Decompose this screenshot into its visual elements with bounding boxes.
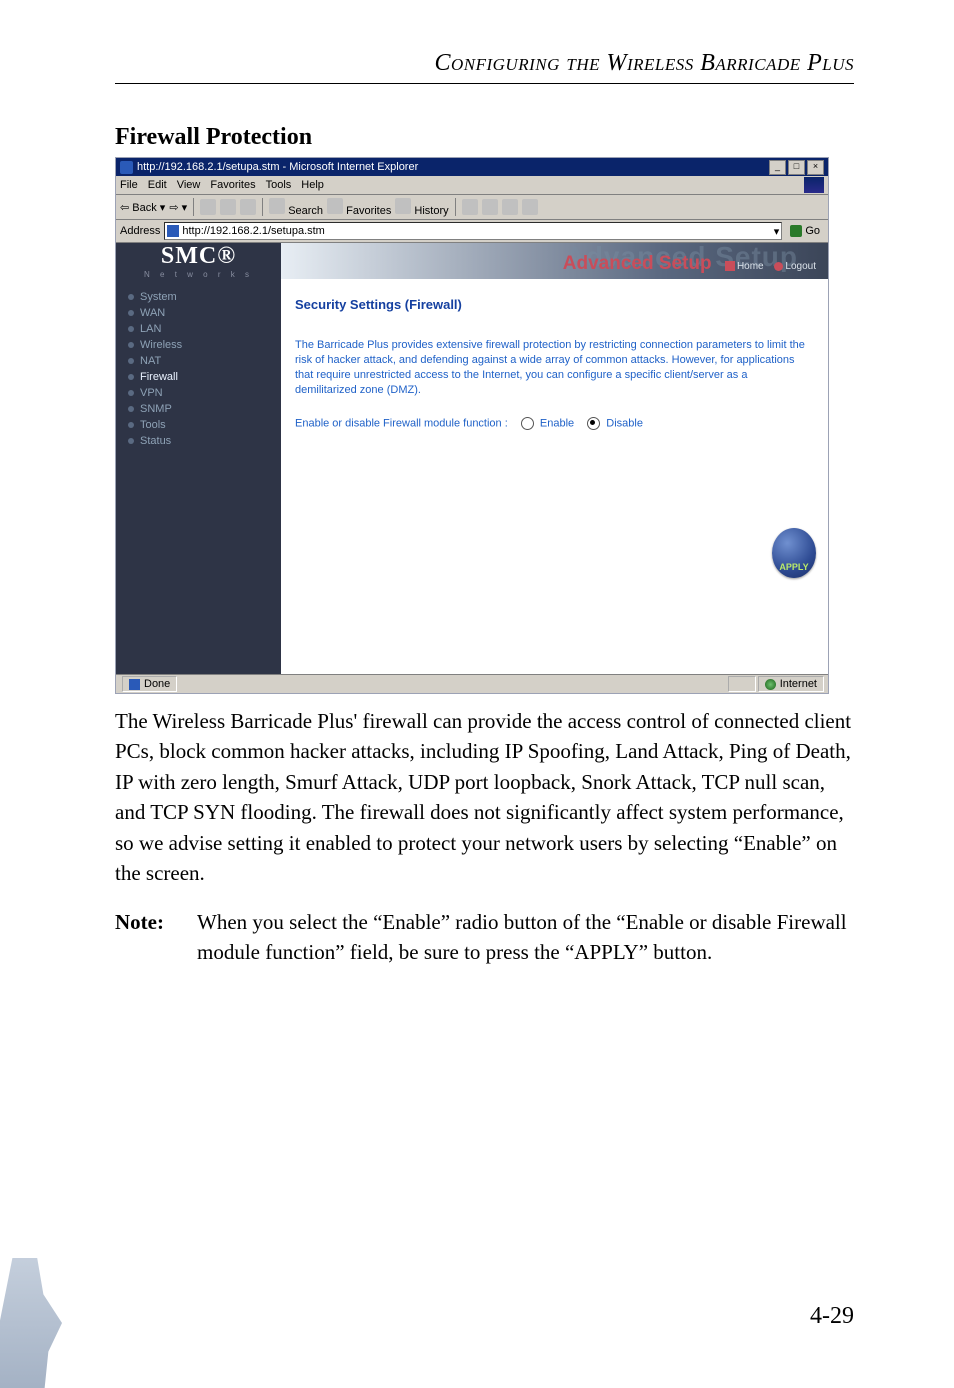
panel-title: Security Settings (Firewall) bbox=[295, 297, 812, 312]
address-label: Address bbox=[120, 225, 160, 237]
main-panel: Security Settings (Firewall) The Barrica… bbox=[281, 279, 828, 674]
minimize-button[interactable]: _ bbox=[769, 160, 786, 175]
brand-block: SMC® N e t w o r k s bbox=[116, 243, 281, 279]
note-text: When you select the “Enable” radio butto… bbox=[193, 907, 854, 968]
menu-edit[interactable]: Edit bbox=[148, 179, 167, 191]
ie-throbber-icon bbox=[804, 177, 824, 193]
brand-logo-text: SMC® bbox=[161, 243, 236, 270]
menu-favorites[interactable]: Favorites bbox=[210, 179, 255, 191]
status-zone: Internet bbox=[780, 678, 817, 690]
sidebar-item-nat[interactable]: NAT bbox=[128, 353, 281, 369]
embedded-screenshot: http://192.168.2.1/setupa.stm - Microsof… bbox=[115, 157, 829, 694]
home-icon[interactable] bbox=[240, 199, 256, 215]
menu-view[interactable]: View bbox=[177, 179, 201, 191]
section-heading: Firewall Protection bbox=[115, 124, 854, 151]
forward-button[interactable]: ⇨ ▾ bbox=[169, 201, 187, 214]
edit-icon[interactable] bbox=[502, 199, 518, 215]
home-crumb-icon bbox=[725, 261, 735, 271]
menu-help[interactable]: Help bbox=[301, 179, 324, 191]
search-button[interactable]: Search bbox=[269, 198, 323, 217]
brand-subtext: N e t w o r k s bbox=[144, 270, 253, 279]
page-number: 4-29 bbox=[810, 1303, 854, 1330]
banner-logout-link[interactable]: Logout bbox=[785, 261, 816, 272]
sidebar-item-lan[interactable]: LAN bbox=[128, 321, 281, 337]
page-header: Configuring the Wireless Barricade Plus bbox=[115, 50, 854, 77]
radio-disable[interactable] bbox=[587, 417, 600, 430]
menu-tools[interactable]: Tools bbox=[266, 179, 292, 191]
radio-enable-label: Enable bbox=[540, 418, 574, 430]
apply-button[interactable]: APPLY bbox=[772, 528, 816, 578]
sidebar: System WAN LAN Wireless NAT Firewall VPN… bbox=[116, 279, 281, 674]
window-titlebar: http://192.168.2.1/setupa.stm - Microsof… bbox=[116, 158, 828, 176]
sidebar-item-wan[interactable]: WAN bbox=[128, 305, 281, 321]
favorites-button[interactable]: Favorites bbox=[327, 198, 391, 217]
menu-bar: File Edit View Favorites Tools Help bbox=[116, 176, 828, 195]
sidebar-item-status[interactable]: Status bbox=[128, 433, 281, 449]
status-bar: Done Internet bbox=[116, 674, 828, 693]
banner: Advanced Setup Advanced Setup Home Logou… bbox=[281, 243, 828, 279]
internet-zone-icon bbox=[765, 679, 776, 690]
close-button[interactable]: × bbox=[807, 160, 824, 175]
note-block: Note: When you select the “Enable” radio… bbox=[115, 907, 854, 968]
radio-row-label: Enable or disable Firewall module functi… bbox=[295, 418, 508, 430]
discuss-icon[interactable] bbox=[522, 199, 538, 215]
sidebar-item-tools[interactable]: Tools bbox=[128, 417, 281, 433]
sidebar-item-vpn[interactable]: VPN bbox=[128, 385, 281, 401]
banner-home-link[interactable]: Home bbox=[737, 261, 764, 272]
print-icon[interactable] bbox=[482, 199, 498, 215]
radio-disable-label: Disable bbox=[606, 418, 643, 430]
history-button[interactable]: History bbox=[395, 198, 448, 217]
mail-icon[interactable] bbox=[462, 199, 478, 215]
sidebar-item-system[interactable]: System bbox=[128, 289, 281, 305]
sidebar-figure-image bbox=[0, 1258, 62, 1388]
toolbar: ⇦ Back ▾ ⇨ ▾ Search Favorites History bbox=[116, 195, 828, 220]
menu-file[interactable]: File bbox=[120, 179, 138, 191]
sidebar-item-wireless[interactable]: Wireless bbox=[128, 337, 281, 353]
window-title: http://192.168.2.1/setupa.stm - Microsof… bbox=[137, 161, 418, 173]
address-bar: Address http://192.168.2.1/setupa.stm ▾ … bbox=[116, 220, 828, 243]
radio-enable[interactable] bbox=[521, 417, 534, 430]
header-rule bbox=[115, 83, 854, 84]
go-icon bbox=[790, 225, 802, 237]
refresh-icon[interactable] bbox=[220, 199, 236, 215]
logout-crumb-icon bbox=[774, 262, 783, 271]
address-url-text: http://192.168.2.1/setupa.stm bbox=[182, 225, 324, 237]
panel-description: The Barricade Plus provides extensive fi… bbox=[295, 338, 812, 397]
sidebar-item-snmp[interactable]: SNMP bbox=[128, 401, 281, 417]
page-icon bbox=[167, 225, 179, 237]
status-text: Done bbox=[144, 678, 170, 690]
ie-icon bbox=[120, 161, 133, 174]
go-button[interactable]: Go bbox=[786, 225, 824, 237]
sidebar-item-firewall[interactable]: Firewall bbox=[128, 369, 281, 385]
back-button[interactable]: ⇦ Back ▾ bbox=[120, 201, 165, 214]
address-input[interactable]: http://192.168.2.1/setupa.stm ▾ bbox=[164, 222, 782, 240]
stop-icon[interactable] bbox=[200, 199, 216, 215]
note-label: Note: bbox=[115, 907, 193, 968]
maximize-button[interactable]: □ bbox=[788, 160, 805, 175]
status-done-icon bbox=[129, 679, 140, 690]
banner-title: Advanced Setup bbox=[563, 253, 712, 274]
body-paragraph: The Wireless Barricade Plus' firewall ca… bbox=[115, 706, 854, 889]
